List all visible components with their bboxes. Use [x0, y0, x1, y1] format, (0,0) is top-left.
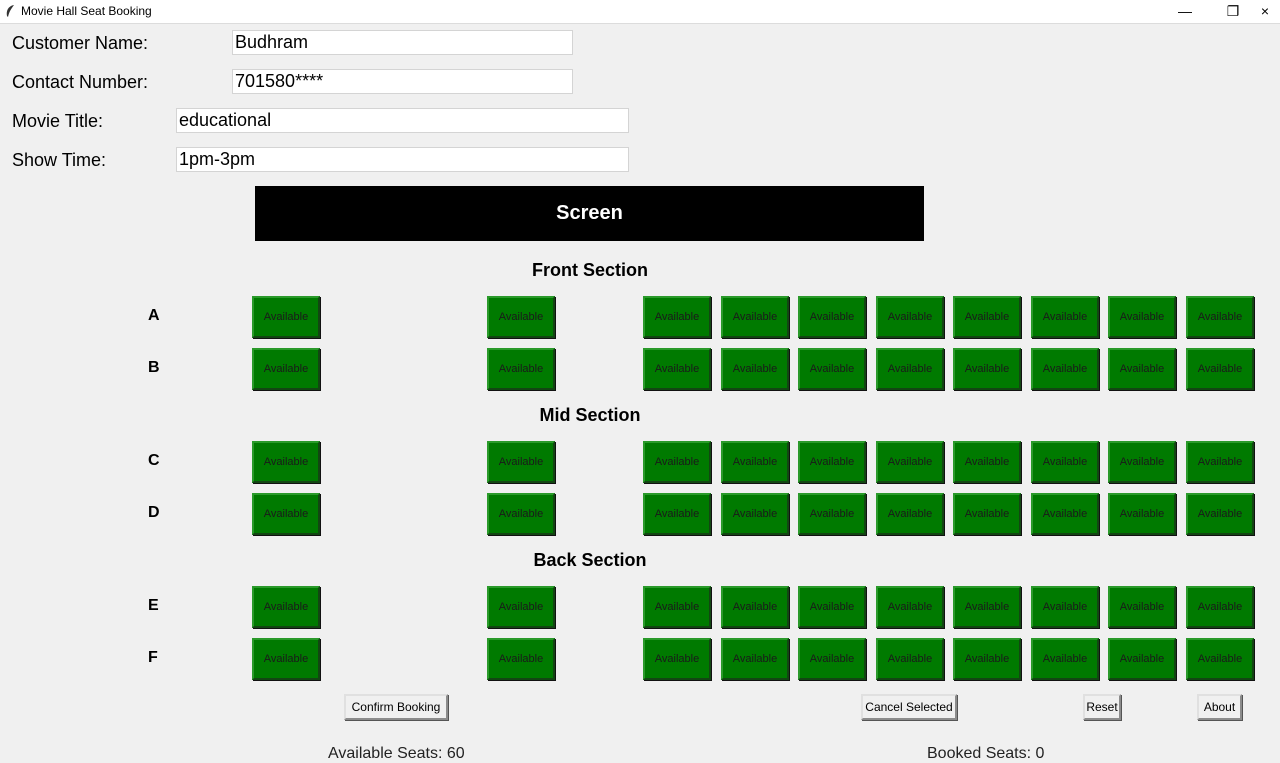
seat-button[interactable]: Available — [721, 493, 789, 535]
seat-button[interactable]: Available — [1031, 638, 1099, 680]
row-label: E — [148, 597, 159, 614]
seat-button[interactable]: Available — [252, 348, 320, 390]
minimize-button[interactable]: — — [1162, 0, 1208, 23]
seat-button[interactable]: Available — [643, 638, 711, 680]
seat-button[interactable]: Available — [953, 348, 1021, 390]
seat-button[interactable]: Available — [953, 441, 1021, 483]
seat-button[interactable]: Available — [876, 441, 944, 483]
seat-button[interactable]: Available — [1108, 493, 1176, 535]
close-button[interactable]: × — [1250, 0, 1280, 23]
seat-button[interactable]: Available — [721, 586, 789, 628]
seat-button[interactable]: Available — [487, 348, 555, 390]
seat-button[interactable]: Available — [643, 296, 711, 338]
seat-button[interactable]: Available — [721, 296, 789, 338]
seat-button[interactable]: Available — [1031, 296, 1099, 338]
seat-button[interactable]: Available — [876, 296, 944, 338]
feather-icon — [6, 5, 14, 17]
seat-button[interactable]: Available — [643, 493, 711, 535]
seat-button[interactable]: Available — [487, 586, 555, 628]
seat-button[interactable]: Available — [1108, 348, 1176, 390]
customer-name-field[interactable] — [232, 30, 573, 55]
row-label: C — [148, 452, 160, 469]
seat-button[interactable]: Available — [876, 638, 944, 680]
row-label: B — [148, 359, 160, 376]
cancel-selected-button[interactable]: Cancel Selected — [861, 694, 957, 720]
seat-button[interactable]: Available — [1031, 586, 1099, 628]
title-bar: Movie Hall Seat Booking — ❐ × — [0, 0, 1280, 24]
window-title: Movie Hall Seat Booking — [21, 4, 152, 18]
section-title: Back Section — [533, 550, 647, 570]
contact-number-label: Contact Number: — [12, 72, 149, 92]
seat-button[interactable]: Available — [876, 348, 944, 390]
seat-button[interactable]: Available — [798, 441, 866, 483]
seat-button[interactable]: Available — [721, 348, 789, 390]
seat-button[interactable]: Available — [1108, 586, 1176, 628]
movie-title-label: Movie Title: — [12, 111, 104, 131]
seat-button[interactable]: Available — [252, 441, 320, 483]
seat-button[interactable]: Available — [1108, 638, 1176, 680]
seat-button[interactable]: Available — [643, 586, 711, 628]
available-seats-count: Available Seats: 60 — [328, 745, 465, 762]
seat-button[interactable]: Available — [1186, 493, 1254, 535]
seat-button[interactable]: Available — [721, 638, 789, 680]
row-label: D — [148, 504, 160, 521]
seat-button[interactable]: Available — [252, 493, 320, 535]
seat-button[interactable]: Available — [643, 441, 711, 483]
customer-name-label: Customer Name: — [12, 33, 149, 53]
seat-button[interactable]: Available — [798, 493, 866, 535]
seat-button[interactable]: Available — [1031, 348, 1099, 390]
seat-button[interactable]: Available — [1186, 296, 1254, 338]
movie-screen: Screen — [255, 186, 924, 241]
seat-button[interactable]: Available — [487, 441, 555, 483]
section-title: Front Section — [532, 260, 648, 280]
confirm-booking-button[interactable]: Confirm Booking — [344, 694, 448, 720]
seat-button[interactable]: Available — [487, 296, 555, 338]
contact-number-field[interactable] — [232, 69, 573, 94]
booked-seats-count: Booked Seats: 0 — [927, 745, 1045, 762]
show-time-label: Show Time: — [12, 150, 107, 170]
seat-button[interactable]: Available — [1186, 638, 1254, 680]
about-button[interactable]: About — [1197, 694, 1242, 720]
seat-button[interactable]: Available — [798, 638, 866, 680]
seat-button[interactable]: Available — [876, 493, 944, 535]
seat-button[interactable]: Available — [721, 441, 789, 483]
seat-button[interactable]: Available — [252, 586, 320, 628]
seat-button[interactable]: Available — [487, 638, 555, 680]
movie-title-field[interactable] — [176, 108, 629, 133]
seat-button[interactable]: Available — [252, 638, 320, 680]
seat-button[interactable]: Available — [1186, 441, 1254, 483]
seat-button[interactable]: Available — [953, 493, 1021, 535]
row-label: F — [148, 649, 158, 666]
seat-button[interactable]: Available — [798, 586, 866, 628]
seat-button[interactable]: Available — [1186, 586, 1254, 628]
row-label: A — [148, 307, 160, 324]
seat-button[interactable]: Available — [798, 348, 866, 390]
seat-button[interactable]: Available — [487, 493, 555, 535]
seat-button[interactable]: Available — [643, 348, 711, 390]
show-time-field[interactable] — [176, 147, 629, 172]
seat-button[interactable]: Available — [798, 296, 866, 338]
seat-button[interactable]: Available — [1031, 493, 1099, 535]
seat-button[interactable]: Available — [252, 296, 320, 338]
seat-button[interactable]: Available — [1186, 348, 1254, 390]
seat-button[interactable]: Available — [1108, 441, 1176, 483]
seat-button[interactable]: Available — [1031, 441, 1099, 483]
section-title: Mid Section — [539, 405, 641, 425]
seat-button[interactable]: Available — [953, 296, 1021, 338]
seat-button[interactable]: Available — [953, 586, 1021, 628]
reset-button[interactable]: Reset — [1083, 694, 1121, 720]
seat-button[interactable]: Available — [876, 586, 944, 628]
seat-button[interactable]: Available — [953, 638, 1021, 680]
seat-button[interactable]: Available — [1108, 296, 1176, 338]
